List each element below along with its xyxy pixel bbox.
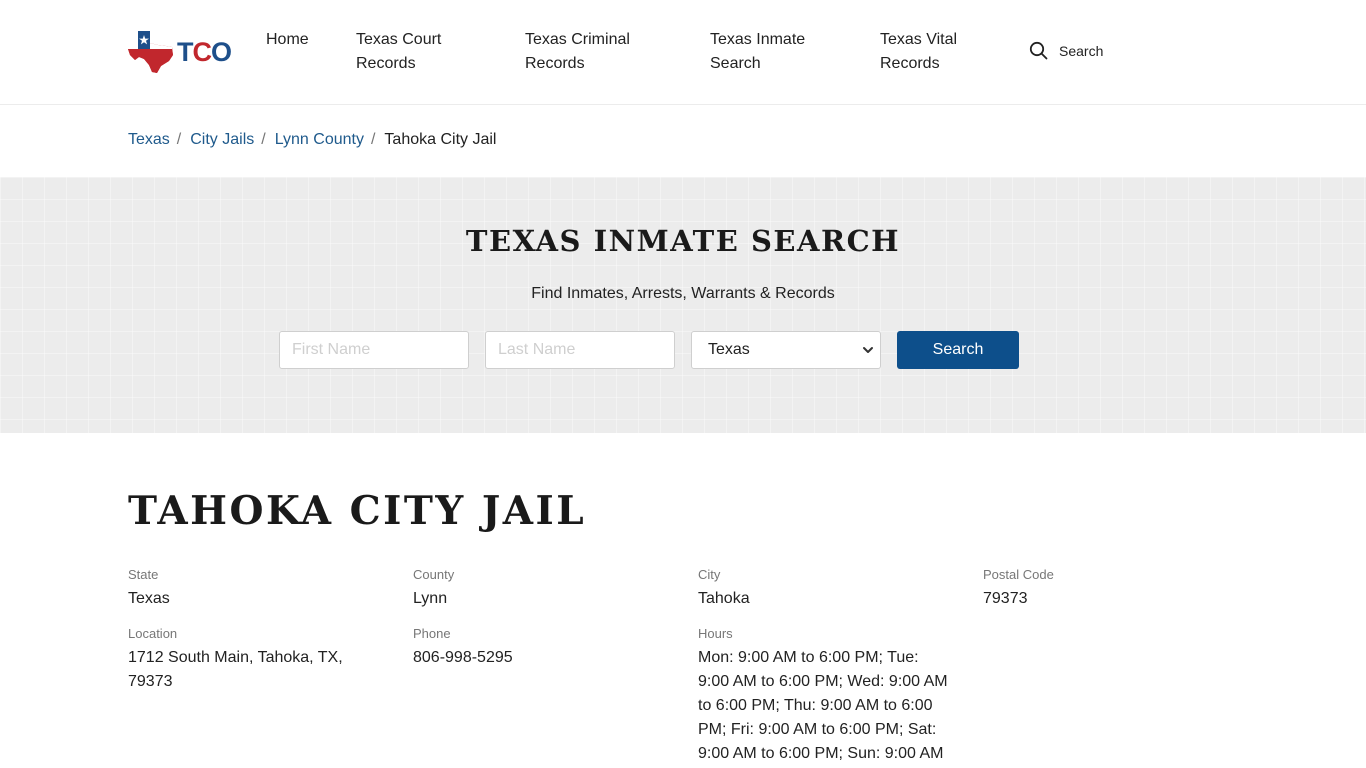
info-value: 806-998-5295: [413, 649, 513, 666]
info-postal-code: Postal Code 79373: [983, 567, 1238, 611]
info-state: State Texas: [128, 567, 383, 611]
info-label: County: [413, 567, 455, 582]
info-phone: Phone 806-998-5295: [413, 626, 668, 670]
site-logo[interactable]: TCO: [128, 31, 232, 73]
info-value: Lynn: [413, 590, 448, 607]
info-city: City Tahoka: [698, 567, 953, 611]
breadcrumb-separator: /: [261, 131, 266, 148]
nav-texas-criminal-records[interactable]: Texas Criminal Records: [525, 28, 645, 76]
info-label: Phone: [413, 626, 451, 641]
breadcrumb-separator: /: [370, 131, 376, 148]
info-value: Tahoka: [698, 590, 750, 607]
nav-search-label: Search: [1059, 42, 1104, 59]
nav-home[interactable]: Home: [266, 28, 309, 52]
inmate-search-banner: [0, 177, 1366, 433]
state-select-value: Texas: [708, 341, 750, 358]
breadcrumb-current: Tahoka City Jail: [384, 131, 497, 148]
info-hours: Hours Mon: 9:00 AM to 6:00 PM; Tue: 9:00…: [698, 626, 952, 768]
nav-texas-vital-records[interactable]: Texas Vital Records: [880, 28, 980, 76]
info-label: City: [698, 567, 721, 582]
texas-flag-map-icon: [128, 31, 173, 73]
last-name-input[interactable]: [485, 331, 675, 369]
info-location: Location 1712 South Main, Tahoka, TX, 79…: [128, 626, 358, 694]
nav-search-button[interactable]: Search: [1029, 41, 1103, 60]
info-label: State: [128, 567, 159, 582]
info-county: County Lynn: [413, 567, 668, 611]
nav-texas-inmate-search[interactable]: Texas Inmate Search: [710, 28, 820, 76]
breadcrumb-city-jails[interactable]: City Jails: [190, 129, 254, 151]
info-label: Hours: [698, 626, 733, 641]
banner-subtitle: Find Inmates, Arrests, Warrants & Record…: [531, 285, 835, 302]
breadcrumb-texas[interactable]: Texas: [128, 129, 170, 151]
breadcrumb-separator: /: [176, 131, 182, 148]
info-value: Mon: 9:00 AM to 6:00 PM; Tue: 9:00 AM to…: [698, 649, 948, 762]
first-name-input[interactable]: [279, 331, 469, 369]
site-header: TCO Home Texas Court Records Texas Crimi…: [0, 0, 1366, 105]
info-label: Location: [128, 626, 178, 641]
info-value: 79373: [983, 590, 1028, 607]
info-label: Postal Code: [983, 567, 1054, 582]
state-select[interactable]: Texas: [691, 331, 881, 369]
breadcrumb-lynn-county[interactable]: Lynn County: [275, 129, 364, 151]
banner-title: TEXAS INMATE SEARCH: [465, 224, 901, 258]
info-value: 1712 South Main, Tahoka, TX, 79373: [128, 649, 343, 690]
search-icon: [1029, 41, 1048, 60]
page-title: TAHOKA CITY JAIL: [128, 488, 587, 534]
info-value: Texas: [128, 590, 170, 607]
nav-texas-court-records[interactable]: Texas Court Records: [356, 28, 466, 76]
chevron-down-icon: [863, 347, 873, 353]
search-button[interactable]: Search: [897, 331, 1019, 369]
logo-text: TCO: [177, 36, 232, 67]
breadcrumb: Texas / City Jails / Lynn County / Tahok…: [128, 129, 496, 151]
